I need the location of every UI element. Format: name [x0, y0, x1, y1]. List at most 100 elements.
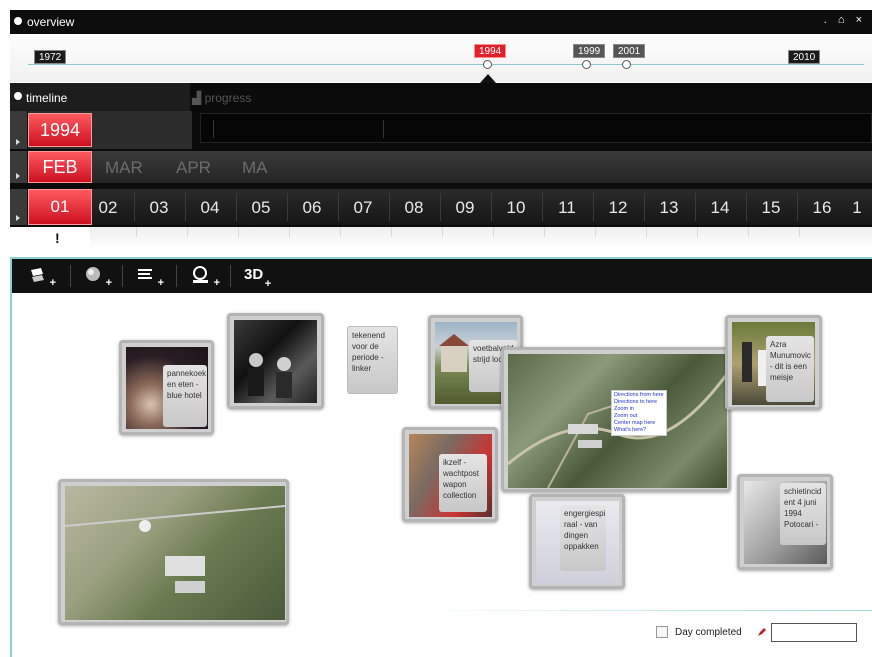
day-item[interactable]: 15: [746, 198, 796, 218]
memory-card[interactable]: [227, 313, 324, 409]
year-expand-icon[interactable]: [10, 111, 28, 149]
card-photo: [234, 320, 317, 403]
day-expand-icon[interactable]: [10, 189, 28, 225]
memory-card[interactable]: schietincid ent 4 juni 1994 Potocari -: [737, 474, 833, 570]
day-item[interactable]: 03: [134, 198, 184, 218]
day-item[interactable]: 1: [842, 198, 872, 218]
map-context-menu: Directions from here Directions to here …: [611, 390, 667, 436]
plus-icon: +: [105, 277, 112, 289]
toolbar-divider: [176, 265, 177, 287]
selected-year[interactable]: 1994: [28, 113, 92, 147]
year-marker-2001[interactable]: 2001: [613, 44, 646, 58]
toolbar-divider: [230, 265, 231, 287]
day-item[interactable]: 05: [236, 198, 286, 218]
ruler-tick: [646, 227, 647, 237]
3d-view-button[interactable]: 3D +: [244, 266, 271, 290]
text-lines-icon: [138, 269, 152, 279]
ruler-tick: [442, 227, 443, 237]
month-expand-icon[interactable]: [10, 151, 28, 183]
ruler-tick: [289, 227, 290, 237]
progress-tab[interactable]: ▟ progress: [192, 91, 251, 105]
day-row: 01 02 03 04 05 06 07 08 09 10 11 12 13 1…: [10, 189, 872, 225]
day-item[interactable]: 08: [389, 198, 439, 218]
3d-label: 3D: [244, 266, 264, 283]
toolbar-divider: [70, 265, 71, 287]
year-marker-2010[interactable]: 2010: [788, 50, 821, 64]
photos-icon: [31, 268, 44, 282]
day-item[interactable]: 16: [797, 198, 847, 218]
overview-axis: [28, 64, 864, 65]
day-item[interactable]: 14: [695, 198, 745, 218]
day-item[interactable]: 09: [440, 198, 490, 218]
app-window: overview . ⌂ × 1972 1994 1999 2001 2010 …: [0, 0, 872, 657]
ruler-tick: [340, 227, 341, 237]
day-item[interactable]: 06: [287, 198, 337, 218]
add-photo-button[interactable]: +: [28, 265, 56, 289]
day-item[interactable]: 04: [185, 198, 235, 218]
day-item[interactable]: 10: [491, 198, 541, 218]
toolbar-divider: [122, 265, 123, 287]
ruler-tick: [799, 227, 800, 237]
menu-item[interactable]: Center map here: [614, 420, 664, 427]
add-person-button[interactable]: +: [190, 265, 220, 289]
day-item[interactable]: 13: [644, 198, 694, 218]
card-note: ikzelf - wachtpost wapon collection: [439, 454, 487, 512]
card-note: pannekoek en eten - blue hotel: [163, 365, 207, 427]
checkbox-box[interactable]: [656, 626, 668, 638]
day-item[interactable]: 12: [593, 198, 643, 218]
satellite-map[interactable]: [65, 486, 285, 620]
pen-icon: [758, 628, 766, 636]
clock-icon: [14, 92, 22, 100]
ruler-tick: [136, 227, 137, 237]
ruler-tick: [493, 227, 494, 237]
year-row: 1994: [10, 111, 192, 149]
overview-header: overview . ⌂ ×: [10, 10, 872, 34]
menu-item[interactable]: Zoom in: [614, 406, 664, 413]
card-note: engergiespi raal - van dingen oppakken: [560, 505, 606, 571]
month-item[interactable]: MAR: [105, 158, 143, 178]
year-marker-1999[interactable]: 1999: [573, 44, 606, 58]
ruler-tick: [391, 227, 392, 237]
timeline-tab[interactable]: timeline: [10, 83, 190, 111]
memory-card[interactable]: engergiespi raal - van dingen oppakken: [529, 494, 625, 589]
progress-tick: [383, 120, 384, 138]
selected-month[interactable]: FEB: [28, 151, 92, 183]
month-item[interactable]: APR: [176, 158, 211, 178]
overview-timeline[interactable]: 1972 1994 1999 2001 2010: [10, 34, 872, 82]
menu-item[interactable]: What's here?: [614, 427, 664, 434]
menu-item[interactable]: Zoom out: [614, 413, 664, 420]
day-completed-label: Day completed: [675, 627, 742, 638]
menu-item[interactable]: Directions to here: [614, 399, 664, 406]
day-item[interactable]: 11: [542, 198, 592, 218]
memory-card[interactable]: pannekoek en eten - blue hotel: [119, 340, 214, 435]
plus-icon: +: [157, 277, 164, 289]
ruler-tick: [748, 227, 749, 237]
children-photo: [248, 353, 292, 398]
progress-tick: [213, 120, 214, 138]
year-knob-1999[interactable]: [582, 60, 591, 69]
window-controls[interactable]: . ⌂ ×: [824, 14, 866, 26]
year-marker-1972[interactable]: 1972: [34, 50, 67, 64]
name-input[interactable]: [771, 623, 857, 642]
day-item[interactable]: 07: [338, 198, 388, 218]
ruler-tick: [697, 227, 698, 237]
ruler-tick: [238, 227, 239, 237]
year-knob-2001[interactable]: [622, 60, 631, 69]
year-marker-1994[interactable]: 1994: [474, 44, 507, 58]
overview-icon: [14, 17, 22, 25]
plus-icon: +: [213, 277, 220, 289]
timeline-panel: timeline ▟ progress 1994 FEB MAR APR MA …: [10, 83, 872, 227]
memory-card[interactable]: ikzelf - wachtpost wapon collection: [402, 427, 498, 522]
menu-item[interactable]: Directions from here: [614, 392, 664, 399]
text-note-card[interactable]: tekenend voor de periode - linker: [347, 326, 398, 394]
map-card[interactable]: [58, 479, 289, 625]
add-text-button[interactable]: +: [136, 265, 164, 289]
year-knob-1994[interactable]: [483, 60, 492, 69]
person-icon: [193, 266, 208, 283]
progress-title: progress: [204, 91, 252, 105]
memory-card[interactable]: Azra Munumovic - dit is een meisje: [725, 315, 822, 410]
month-item[interactable]: MA: [242, 158, 268, 178]
day-item[interactable]: 02: [83, 198, 133, 218]
add-location-button[interactable]: +: [84, 265, 112, 289]
ruler-tick: [544, 227, 545, 237]
